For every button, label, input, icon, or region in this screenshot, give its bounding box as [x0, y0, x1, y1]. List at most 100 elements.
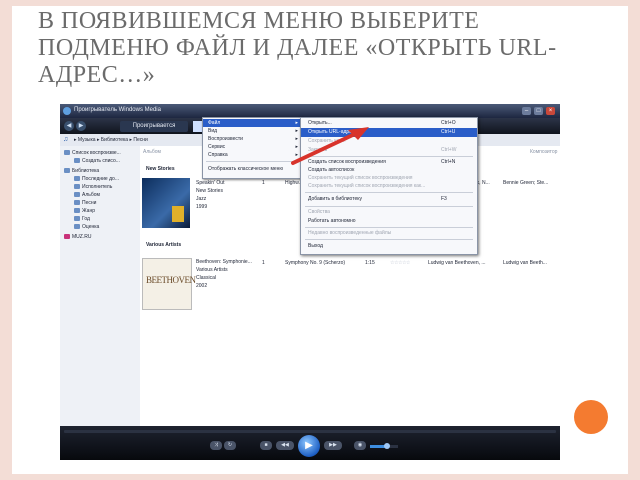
sidebar-item-recent[interactable]: Последние до...: [74, 176, 119, 182]
stop-icon[interactable]: ■: [260, 441, 272, 450]
menu-item-label: Справка: [208, 152, 228, 158]
online-store-icon: [64, 234, 70, 240]
menu-item-save-playlist-as[interactable]: Сохранить текущий список воспроизведения…: [301, 182, 477, 191]
menu-item-view[interactable]: Вид ▸: [203, 127, 301, 135]
breadcrumb[interactable]: ▸ Музыка ▸ Библиотека ▸ Песни: [74, 137, 148, 143]
minimize-button[interactable]: –: [522, 107, 531, 115]
volume-slider[interactable]: [370, 443, 398, 449]
sidebar-item-label: Альбом: [82, 192, 100, 198]
album-meta: Speakin' Out New Stories Jazz 1999: [196, 179, 224, 211]
column-header-composer[interactable]: Композитор: [530, 149, 557, 155]
sidebar-item-create-playlist[interactable]: Создать списо...: [74, 158, 120, 164]
slide-border-left: [0, 0, 12, 480]
close-button[interactable]: ×: [546, 107, 555, 115]
menu-item-label: Файл: [208, 120, 221, 126]
track-composer: Ludwig van Beeth...: [503, 260, 547, 266]
submenu-arrow-icon: ▸: [295, 128, 298, 134]
column-header-album[interactable]: Альбом: [143, 149, 161, 155]
sidebar-item-rating[interactable]: Оценка: [74, 224, 99, 230]
menu-item-classic-menu[interactable]: Отображать классическое меню: [203, 165, 301, 173]
menu-item-close[interactable]: Закрыть Ctrl+W: [301, 146, 477, 155]
menu-item-label: Закрыть: [308, 147, 328, 153]
previous-icon[interactable]: ◀◀: [276, 441, 294, 450]
menu-separator: [305, 206, 473, 207]
song-icon: [74, 200, 80, 206]
menu-item-shortcut: Ctrl+O: [441, 120, 456, 126]
album-meta: Beethoven: Symphonie... Various Artists …: [196, 258, 252, 290]
repeat-icon[interactable]: ↻: [224, 441, 236, 450]
album-meta-line: 1999: [196, 204, 208, 210]
menu-item-label: Сервис: [208, 144, 226, 150]
shuffle-icon[interactable]: ⤨: [210, 441, 222, 450]
recent-icon: [74, 176, 80, 182]
album-meta-line: Jazz: [196, 196, 207, 202]
album-meta-line: Classical: [196, 275, 217, 281]
menu-item-tools[interactable]: Сервис ▸: [203, 143, 301, 151]
track-title[interactable]: Symphony No. 9 (Scherzo): [285, 260, 345, 266]
menu-item-recent-files[interactable]: Недавно воспроизведенные файлы: [301, 229, 477, 238]
tab-now-playing[interactable]: Проигрывается: [120, 121, 188, 132]
seek-bar[interactable]: [64, 430, 556, 433]
menu-item-save-as[interactable]: Сохранить как...: [301, 137, 477, 146]
sidebar-item-label: Список воспроизве...: [72, 150, 121, 156]
genre-icon: [74, 208, 80, 214]
menu-item-shortcut: Ctrl+U: [441, 129, 456, 135]
album-art[interactable]: BEETHOVEN: [142, 258, 196, 310]
slide-title-line: ПОДМЕНЮ ФАЙЛ И ДАЛЕЕ «ОТКРЫТЬ URL-: [38, 35, 557, 61]
menu-item-add-to-library[interactable]: Добавить в библиотеку F3: [301, 195, 477, 204]
menu-item-open[interactable]: Открыть... Ctrl+O: [301, 119, 477, 128]
menu-item-shortcut: Ctrl+W: [441, 147, 457, 153]
sidebar-item-library[interactable]: Библиотека: [64, 168, 99, 174]
maximize-button[interactable]: □: [534, 107, 543, 115]
menu-item-help[interactable]: Справка ▸: [203, 151, 301, 159]
album-meta-line: Speakin' Out: [196, 180, 225, 186]
sidebar-item-muz-ru[interactable]: MUZ.RU: [64, 234, 91, 240]
menu-item-label: Открыть URL-адрес...: [308, 129, 359, 135]
sidebar-item-songs[interactable]: Песни: [74, 200, 96, 206]
play-button[interactable]: ▶: [298, 435, 320, 457]
submenu-arrow-icon: ▸: [295, 136, 298, 142]
sidebar-item-playlists[interactable]: Список воспроизве...: [64, 150, 121, 156]
menu-item-label: Открыть...: [308, 120, 332, 126]
sidebar-item-label: Песни: [82, 200, 97, 206]
menu-item-label: Сохранить текущий список воспроизведения: [308, 175, 413, 181]
menu-item-label: Сохранить текущий список воспроизведения…: [308, 183, 426, 189]
menu-item-work-offline[interactable]: Работать автономно: [301, 217, 477, 226]
menu-item-properties[interactable]: Свойства: [301, 208, 477, 217]
menu-item-label: Сохранить как...: [308, 138, 346, 144]
mute-icon[interactable]: ◉: [354, 441, 366, 450]
track-artist: Ludwig van Beethoven, ...: [428, 260, 486, 266]
window-titlebar: Проигрыватель Windows Media – □ ×: [60, 104, 560, 118]
sidebar-item-year[interactable]: Год: [74, 216, 90, 222]
menu-item-play[interactable]: Воспроизвести ▸: [203, 135, 301, 143]
slide-title-line: В ПОЯВИВШЕМСЯ МЕНЮ ВЫБЕРИТЕ: [38, 8, 480, 34]
menu-item-file[interactable]: Файл ▸: [203, 119, 301, 127]
sidebar-item-genre[interactable]: Жанр: [74, 208, 95, 214]
menu-item-label: Создать список воспроизведения: [308, 159, 386, 165]
submenu-arrow-icon: ▸: [295, 120, 298, 126]
sidebar-item-label: Жанр: [82, 208, 95, 214]
album-art[interactable]: [142, 178, 190, 228]
slide-border-top: [0, 0, 640, 6]
menu-item-label: Отображать классическое меню: [208, 166, 284, 172]
volume-knob[interactable]: [383, 443, 390, 449]
album-icon: [74, 192, 80, 198]
rating-icon: [74, 224, 80, 230]
media-player-icon: [63, 107, 71, 115]
menu-item-label: Выход: [308, 243, 323, 249]
menu-item-open-url[interactable]: Открыть URL-адрес... Ctrl+U: [301, 128, 477, 137]
menu-item-exit[interactable]: Выход: [301, 242, 477, 251]
track-rating-stars[interactable]: ☆☆☆☆☆: [390, 260, 410, 266]
year-icon: [74, 216, 80, 222]
back-icon[interactable]: ◀: [64, 121, 74, 131]
forward-icon[interactable]: ▶: [76, 121, 86, 131]
sidebar-item-artist[interactable]: Исполнитель: [74, 184, 112, 190]
album-art-text: BEETHOVEN: [146, 275, 196, 285]
sidebar-item-album[interactable]: Альбом: [74, 192, 100, 198]
menu-item-shortcut: F3: [441, 196, 447, 202]
sidebar-item-label: Библиотека: [72, 168, 100, 174]
slide-title: В ПОЯВИВШЕМСЯ МЕНЮ ВЫБЕРИТЕ ПОДМЕНЮ ФАЙЛ…: [38, 8, 598, 89]
slide-border-bottom: [0, 474, 640, 480]
next-icon[interactable]: ▶▶: [324, 441, 342, 450]
sidebar-item-label: Год: [82, 216, 90, 222]
